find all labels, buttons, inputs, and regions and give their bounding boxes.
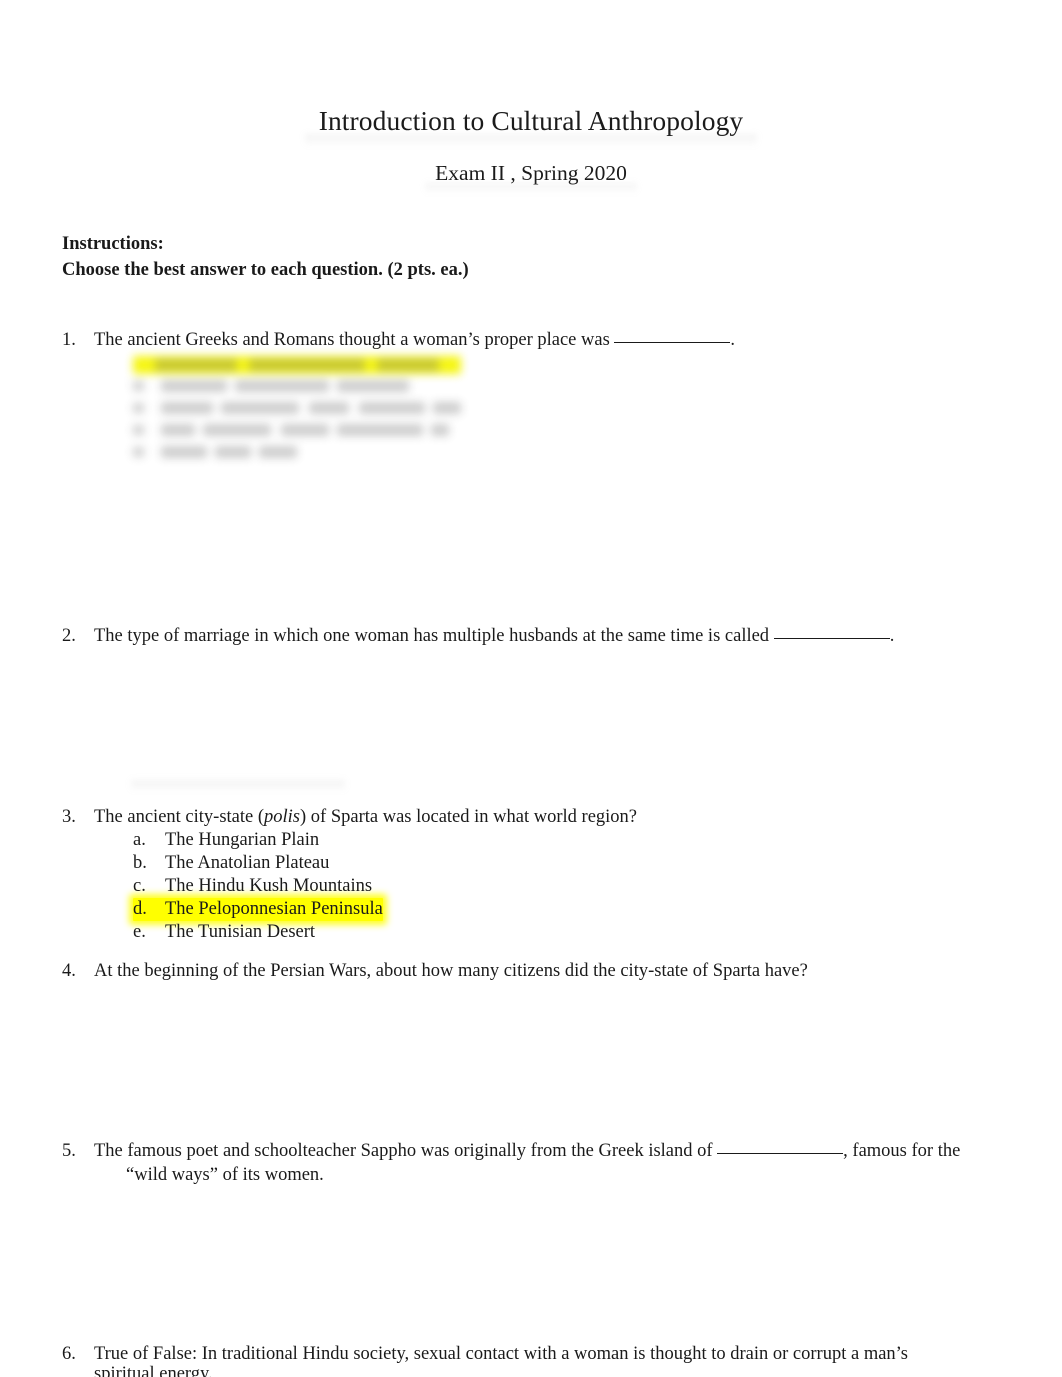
question-3-option-d-letter: d. <box>133 899 147 919</box>
question-1-number: 1. <box>62 330 76 350</box>
question-5-stem-end: , famous for the <box>843 1141 961 1161</box>
question-2: 2. The type of marriage in which one wom… <box>62 624 962 648</box>
question-1-option-c-blurred <box>133 400 563 417</box>
question-2-stem-end: . <box>889 626 895 646</box>
scan-artifact-smudge <box>131 780 345 790</box>
question-5-blank[interactable] <box>717 1153 844 1154</box>
question-4: 4. At the beginning of the Persian Wars,… <box>62 959 942 983</box>
question-3-option-e-label: The Tunisian Desert <box>165 922 316 942</box>
page-subtitle-container: Exam II , Spring 2020 <box>0 159 1062 187</box>
question-3-option-d[interactable]: d. The Peloponnesian Peninsula <box>133 898 383 921</box>
question-3-option-e-letter: e. <box>133 922 146 942</box>
question-6-continuation-clipped: spiritual energy. <box>94 1364 213 1377</box>
question-5-text: The famous poet and schoolteacher Sappho… <box>94 1139 1007 1187</box>
page-title: Introduction to Cultural Anthropology <box>318 105 744 136</box>
question-3-option-b-label: The Anatolian Plateau <box>165 853 330 873</box>
question-1-option-d-blurred <box>133 422 563 439</box>
question-3: 3. The ancient city-state (polis) of Spa… <box>62 805 822 944</box>
instructions-body: Choose the best answer to each question.… <box>62 259 469 280</box>
question-2-text: The type of marriage in which one woman … <box>94 624 962 648</box>
question-3-option-a-letter: a. <box>133 830 146 850</box>
question-3-option-e[interactable]: e. The Tunisian Desert <box>133 921 315 944</box>
question-1-stem: The ancient Greeks and Romans thought a … <box>94 330 615 350</box>
question-3-options: a. The Hungarian Plain b. The Anatolian … <box>62 829 822 944</box>
question-5-stem: The famous poet and schoolteacher Sappho… <box>94 1141 718 1161</box>
question-1: 1. The ancient Greeks and Romans thought… <box>62 328 782 352</box>
question-3-option-a[interactable]: a. The Hungarian Plain <box>133 829 319 852</box>
question-3-text: The ancient city-state (polis) of Sparta… <box>94 805 822 829</box>
question-1-option-a-blurred <box>133 356 563 374</box>
instructions-heading: Instructions: <box>62 234 164 254</box>
page-title-container: Introduction to Cultural Anthropology <box>0 104 1062 138</box>
question-2-stem: The type of marriage in which one woman … <box>94 626 774 646</box>
question-3-number: 3. <box>62 807 76 827</box>
instructions-block: Instructions: Choose the best answer to … <box>62 232 469 283</box>
question-6-number: 6. <box>62 1344 76 1364</box>
question-1-options-blurred <box>133 356 563 468</box>
question-3-option-d-label: The Peloponnesian Peninsula <box>165 899 383 919</box>
question-5-continuation: “wild ways” of its women. <box>126 1165 324 1185</box>
question-4-number: 4. <box>62 961 76 981</box>
question-3-option-c-letter: c. <box>133 876 146 896</box>
question-3-option-b[interactable]: b. The Anatolian Plateau <box>133 852 329 875</box>
question-1-text: The ancient Greeks and Romans thought a … <box>94 328 782 352</box>
question-1-stem-end: . <box>730 330 736 350</box>
question-2-blank[interactable] <box>773 638 890 639</box>
question-3-option-c-label: The Hindu Kush Mountains <box>165 876 373 896</box>
question-1-option-b-blurred <box>133 378 563 395</box>
question-3-option-b-letter: b. <box>133 853 147 873</box>
question-3-option-c[interactable]: c. The Hindu Kush Mountains <box>133 875 372 898</box>
question-1-blank[interactable] <box>614 342 731 343</box>
question-3-option-a-label: The Hungarian Plain <box>165 830 320 850</box>
question-1-option-e-blurred <box>133 444 563 461</box>
exam-page: Introduction to Cultural Anthropology Ex… <box>0 0 1062 1377</box>
question-3-stem: The ancient city-state ( <box>94 807 265 827</box>
question-2-number: 2. <box>62 626 76 646</box>
question-5: 5. The famous poet and schoolteacher Sap… <box>62 1139 1007 1187</box>
page-subtitle: Exam II , Spring 2020 <box>435 161 627 185</box>
question-4-text: At the beginning of the Persian Wars, ab… <box>94 961 808 981</box>
question-5-number: 5. <box>62 1141 76 1161</box>
question-6-text: True of False: In traditional Hindu soci… <box>94 1344 909 1364</box>
question-3-stem-end: ) of Sparta was located in what world re… <box>300 807 638 827</box>
question-3-italic-term: polis <box>264 807 300 827</box>
